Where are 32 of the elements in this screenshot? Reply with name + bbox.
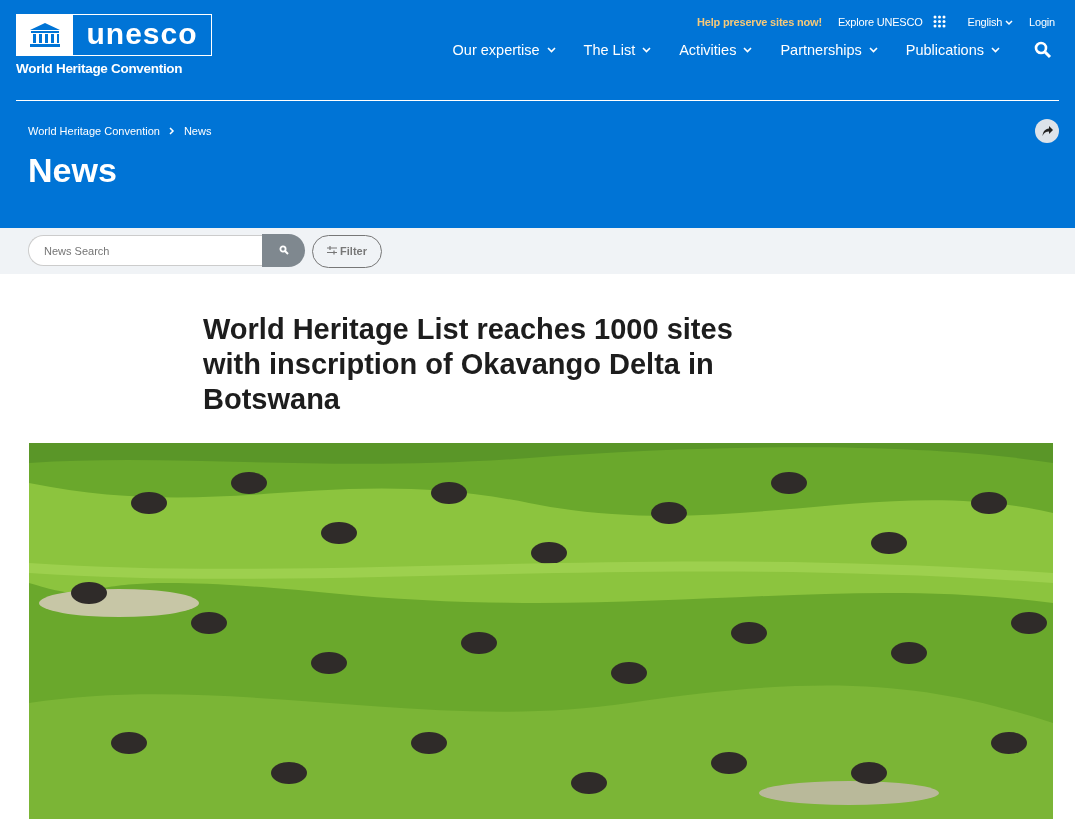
nav-menu-item[interactable]: Partnerships: [780, 42, 878, 58]
temple-icon: [28, 22, 62, 48]
logo-wordmark: unesco: [85, 16, 199, 52]
nav-menu-item[interactable]: The List: [583, 42, 652, 58]
share-arrow-icon: [1040, 125, 1054, 137]
sliders-icon: [327, 246, 337, 255]
chevron-icon: [168, 127, 175, 135]
chevron-down-icon: [642, 47, 652, 53]
page-title: News: [27, 150, 118, 191]
explore-link[interactable]: Explore UNESCO: [837, 15, 923, 28]
chevron-down-icon: [743, 47, 753, 53]
nav-menu-item[interactable]: Our expertise: [452, 42, 556, 58]
apps-grid-icon[interactable]: [932, 15, 946, 28]
search-button[interactable]: [262, 234, 305, 267]
chevron-down-icon: [868, 47, 878, 53]
search-field[interactable]: News Search: [28, 235, 262, 266]
breadcrumb-link[interactable]: News: [183, 125, 212, 137]
search-icon[interactable]: [1034, 41, 1052, 59]
search-icon: [278, 245, 289, 255]
article-title: World Heritage List reaches 1000 sites with inscription of Okavango Delta in Botswana: [203, 312, 734, 417]
site-subtitle: World Heritage Convention: [16, 61, 184, 76]
chevron-down-icon: [991, 47, 1000, 53]
unesco-logo[interactable]: unesco: [16, 14, 212, 56]
breadcrumb-link[interactable]: World Heritage Convention: [28, 125, 160, 137]
language-dropdown[interactable]: English: [967, 15, 1014, 28]
chevron-down-icon: [546, 47, 556, 53]
nav-menu-item[interactable]: Activities: [679, 42, 753, 58]
nav-menu-item[interactable]: Publications: [905, 42, 1000, 58]
login-link[interactable]: Login: [1029, 15, 1055, 28]
donate-link[interactable]: Help preserve sites now!: [697, 15, 822, 28]
share-button[interactable]: [1035, 119, 1059, 143]
chevron-down-icon: [1005, 19, 1014, 26]
